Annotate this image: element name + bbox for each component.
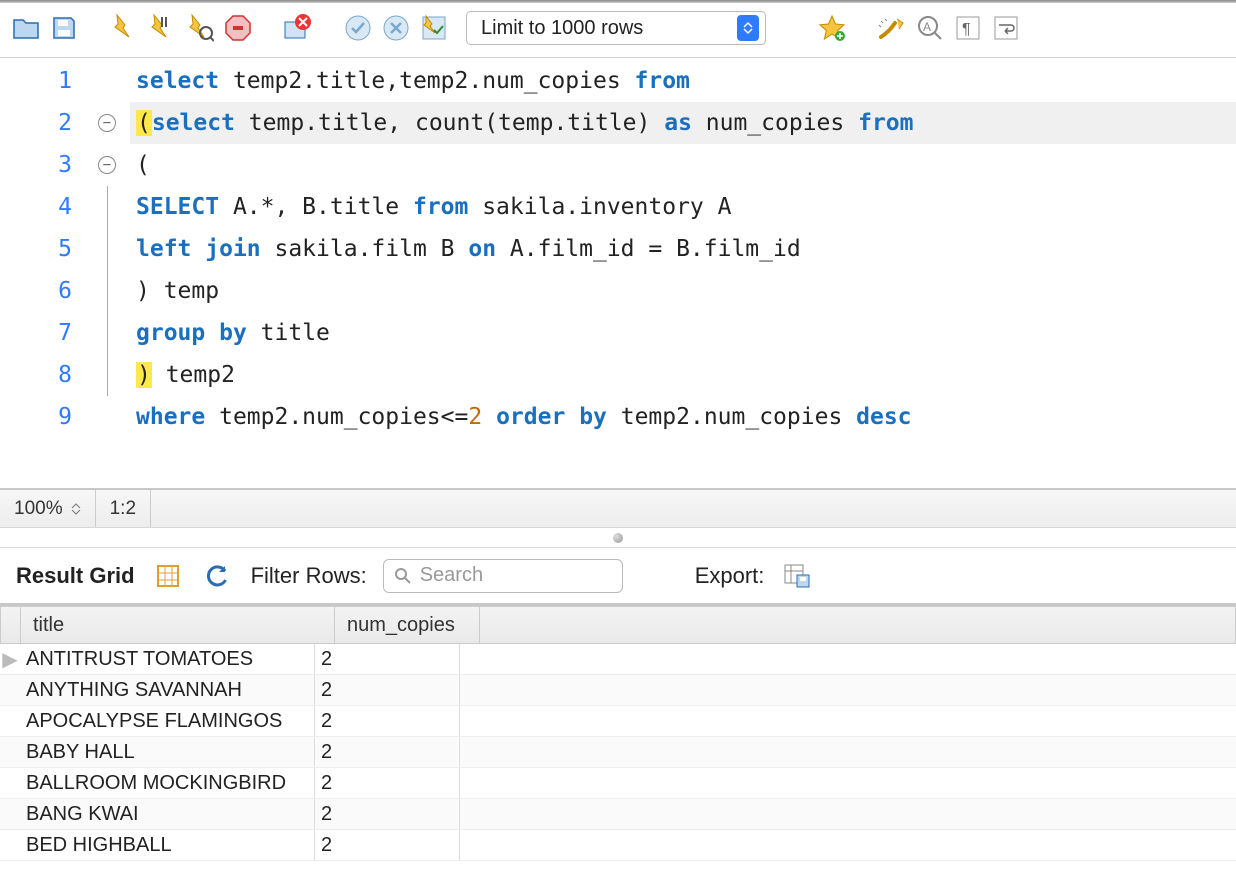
cell-numcopies[interactable]: 2 bbox=[315, 644, 460, 674]
grip-dot-icon bbox=[613, 533, 623, 543]
line-number: 5 bbox=[0, 228, 130, 270]
code-line: ) temp bbox=[130, 270, 1236, 312]
code-line: SELECT A.*, B.title from sakila.inventor… bbox=[130, 186, 1236, 228]
row-pointer-icon: ▶ bbox=[0, 644, 20, 674]
cell-title[interactable]: BALLROOM MOCKINGBIRD bbox=[20, 768, 315, 798]
open-file-icon[interactable] bbox=[10, 12, 42, 44]
row-pointer-icon bbox=[0, 706, 20, 736]
sql-editor[interactable]: 1 2− 3− 4 5 6 7 8 9 select temp2.title,t… bbox=[0, 58, 1236, 488]
result-grid-title: Result Grid bbox=[16, 563, 135, 589]
cell-title[interactable]: ANTITRUST TOMATOES bbox=[20, 644, 315, 674]
row-pointer-icon bbox=[0, 737, 20, 767]
autocommit-icon[interactable] bbox=[418, 12, 450, 44]
code-line: select temp2.title,temp2.num_copies from bbox=[130, 60, 1236, 102]
rollback-icon[interactable] bbox=[380, 12, 412, 44]
find-replace-icon[interactable]: A bbox=[914, 12, 946, 44]
row-pointer-icon bbox=[0, 675, 20, 705]
table-row[interactable]: BABY HALL2 bbox=[0, 737, 1236, 768]
code-line: ) temp2 bbox=[130, 354, 1236, 396]
refresh-icon[interactable] bbox=[201, 559, 235, 593]
table-row[interactable]: APOCALYPSE FLAMINGOS2 bbox=[0, 706, 1236, 737]
svg-text:¶: ¶ bbox=[962, 21, 971, 38]
code-line: where temp2.num_copies<=2 order by temp2… bbox=[130, 396, 1236, 438]
zoom-level[interactable]: 100% bbox=[0, 490, 96, 527]
column-header-title[interactable]: title bbox=[20, 607, 335, 643]
grid-view-icon[interactable] bbox=[151, 559, 185, 593]
code-line: left join sakila.film B on A.film_id = B… bbox=[130, 228, 1236, 270]
line-number: 3− bbox=[0, 144, 130, 186]
svg-text:A: A bbox=[923, 20, 931, 34]
table-row[interactable]: BANG KWAI2 bbox=[0, 799, 1236, 830]
line-number: 6 bbox=[0, 270, 130, 312]
filter-rows-label: Filter Rows: bbox=[251, 563, 367, 589]
filter-placeholder: Search bbox=[420, 564, 483, 587]
grid-body: ▶ANTITRUST TOMATOES2ANYTHING SAVANNAH2AP… bbox=[0, 644, 1236, 861]
beautify-icon[interactable] bbox=[876, 12, 908, 44]
line-number: 1 bbox=[0, 60, 130, 102]
cell-title[interactable]: ANYTHING SAVANNAH bbox=[20, 675, 315, 705]
line-number: 7 bbox=[0, 312, 130, 354]
cell-numcopies[interactable]: 2 bbox=[315, 737, 460, 767]
cell-numcopies[interactable]: 2 bbox=[315, 799, 460, 829]
code-line: ( bbox=[130, 144, 1236, 186]
code-content[interactable]: select temp2.title,temp2.num_copies from… bbox=[130, 58, 1236, 488]
execute-current-icon[interactable] bbox=[146, 12, 178, 44]
editor-statusbar: 100% 1:2 bbox=[0, 488, 1236, 528]
cell-numcopies[interactable]: 2 bbox=[315, 768, 460, 798]
panel-resize-handle[interactable] bbox=[0, 528, 1236, 548]
row-pointer-icon bbox=[0, 799, 20, 829]
row-limit-label: Limit to 1000 rows bbox=[481, 17, 643, 40]
cursor-position: 1:2 bbox=[96, 490, 151, 527]
code-line: (select temp.title, count(temp.title) as… bbox=[130, 102, 1236, 144]
cell-title[interactable]: APOCALYPSE FLAMINGOS bbox=[20, 706, 315, 736]
grid-header-row: title num_copies bbox=[0, 606, 1236, 644]
line-number: 2− bbox=[0, 102, 130, 144]
export-label: Export: bbox=[695, 563, 765, 589]
row-pointer-icon bbox=[0, 830, 20, 860]
table-row[interactable]: BED HIGHBALL2 bbox=[0, 830, 1236, 861]
cell-title[interactable]: BANG KWAI bbox=[20, 799, 315, 829]
stop-on-error-icon[interactable] bbox=[282, 12, 314, 44]
search-icon bbox=[394, 567, 412, 585]
code-line: group by title bbox=[130, 312, 1236, 354]
row-pointer-icon bbox=[0, 768, 20, 798]
export-icon[interactable] bbox=[780, 559, 814, 593]
cell-title[interactable]: BED HIGHBALL bbox=[20, 830, 315, 860]
chevron-updown-icon bbox=[71, 503, 81, 515]
execute-icon[interactable] bbox=[108, 12, 140, 44]
fold-toggle-icon[interactable]: − bbox=[98, 114, 116, 132]
line-number: 4 bbox=[0, 186, 130, 228]
cell-numcopies[interactable]: 2 bbox=[315, 830, 460, 860]
result-toolbar: Result Grid Filter Rows: Search Export: bbox=[0, 548, 1236, 606]
filter-rows-input[interactable]: Search bbox=[383, 559, 623, 593]
wrap-lines-icon[interactable] bbox=[990, 12, 1022, 44]
fold-toggle-icon[interactable]: − bbox=[98, 156, 116, 174]
row-limit-select[interactable]: Limit to 1000 rows bbox=[466, 11, 766, 45]
table-row[interactable]: ▶ANTITRUST TOMATOES2 bbox=[0, 644, 1236, 675]
result-grid[interactable]: title num_copies ▶ANTITRUST TOMATOES2ANY… bbox=[0, 606, 1236, 861]
line-number: 9 bbox=[0, 396, 130, 438]
column-header-numcopies[interactable]: num_copies bbox=[335, 607, 480, 643]
favorite-icon[interactable] bbox=[816, 12, 848, 44]
commit-icon[interactable] bbox=[342, 12, 374, 44]
cell-numcopies[interactable]: 2 bbox=[315, 706, 460, 736]
cell-title[interactable]: BABY HALL bbox=[20, 737, 315, 767]
stop-icon[interactable] bbox=[222, 12, 254, 44]
table-row[interactable]: ANYTHING SAVANNAH2 bbox=[0, 675, 1236, 706]
explain-icon[interactable] bbox=[184, 12, 216, 44]
main-toolbar: Limit to 1000 rows A ¶ bbox=[0, 3, 1236, 58]
line-number: 8 bbox=[0, 354, 130, 396]
save-file-icon[interactable] bbox=[48, 12, 80, 44]
invisible-chars-icon[interactable]: ¶ bbox=[952, 12, 984, 44]
chevron-updown-icon bbox=[737, 15, 759, 41]
cell-numcopies[interactable]: 2 bbox=[315, 675, 460, 705]
table-row[interactable]: BALLROOM MOCKINGBIRD2 bbox=[0, 768, 1236, 799]
line-gutter: 1 2− 3− 4 5 6 7 8 9 bbox=[0, 58, 130, 488]
